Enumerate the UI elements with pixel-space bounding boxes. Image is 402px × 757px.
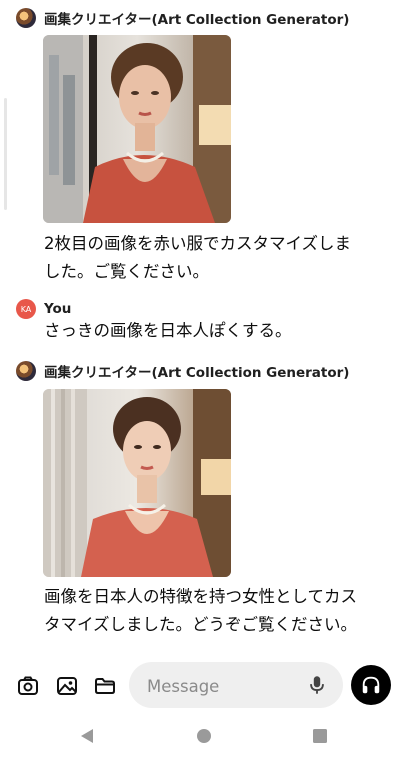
text-line: さっきの画像を日本人ぽくする。 — [44, 321, 292, 340]
headphones-icon — [360, 674, 382, 696]
generated-image-red-dress[interactable] — [43, 35, 231, 223]
generated-image-japanese-style[interactable] — [43, 389, 231, 577]
folder-icon[interactable] — [93, 674, 117, 698]
sender-name: 画集クリエイター(Art Collection Generator) — [44, 365, 350, 381]
bot-message-text: 画像を日本人の特徴を持つ女性としてカス タマイズしました。どうぞご覧ください。 — [44, 583, 394, 639]
sender-name: 画集クリエイター(Art Collection Generator) — [44, 12, 350, 28]
home-icon[interactable] — [195, 727, 213, 745]
bot-message-text: 2枚目の画像を赤い服でカスタマイズしま した。ご覧ください。 — [44, 230, 394, 286]
voice-mode-button[interactable] — [351, 665, 391, 705]
bot-message-header: 画集クリエイター(Art Collection Generator) — [16, 7, 349, 29]
message-input[interactable] — [145, 662, 299, 710]
back-icon[interactable] — [78, 727, 96, 745]
composer-bar — [0, 660, 402, 712]
text-line: タマイズしました。どうぞご覧ください。 — [44, 615, 358, 634]
text-line: 2枚目の画像を赤い服でカスタマイズしま — [44, 234, 352, 253]
user-avatar: KA — [16, 299, 36, 319]
recents-icon[interactable] — [311, 727, 329, 745]
system-navigation-bar — [0, 715, 402, 757]
image-icon[interactable] — [55, 674, 79, 698]
bot-message-header: 画集クリエイター(Art Collection Generator) — [16, 360, 349, 382]
text-line: 画像を日本人の特徴を持つ女性としてカス — [44, 587, 358, 606]
user-message-text: さっきの画像を日本人ぽくする。 — [44, 317, 394, 345]
scrollbar[interactable] — [4, 98, 7, 210]
message-field[interactable] — [129, 662, 343, 710]
camera-icon[interactable] — [16, 674, 40, 698]
microphone-icon[interactable] — [306, 674, 328, 696]
bot-avatar — [16, 361, 36, 381]
sender-name: You — [44, 301, 72, 317]
bot-avatar — [16, 8, 36, 28]
text-line: した。ご覧ください。 — [44, 262, 209, 281]
